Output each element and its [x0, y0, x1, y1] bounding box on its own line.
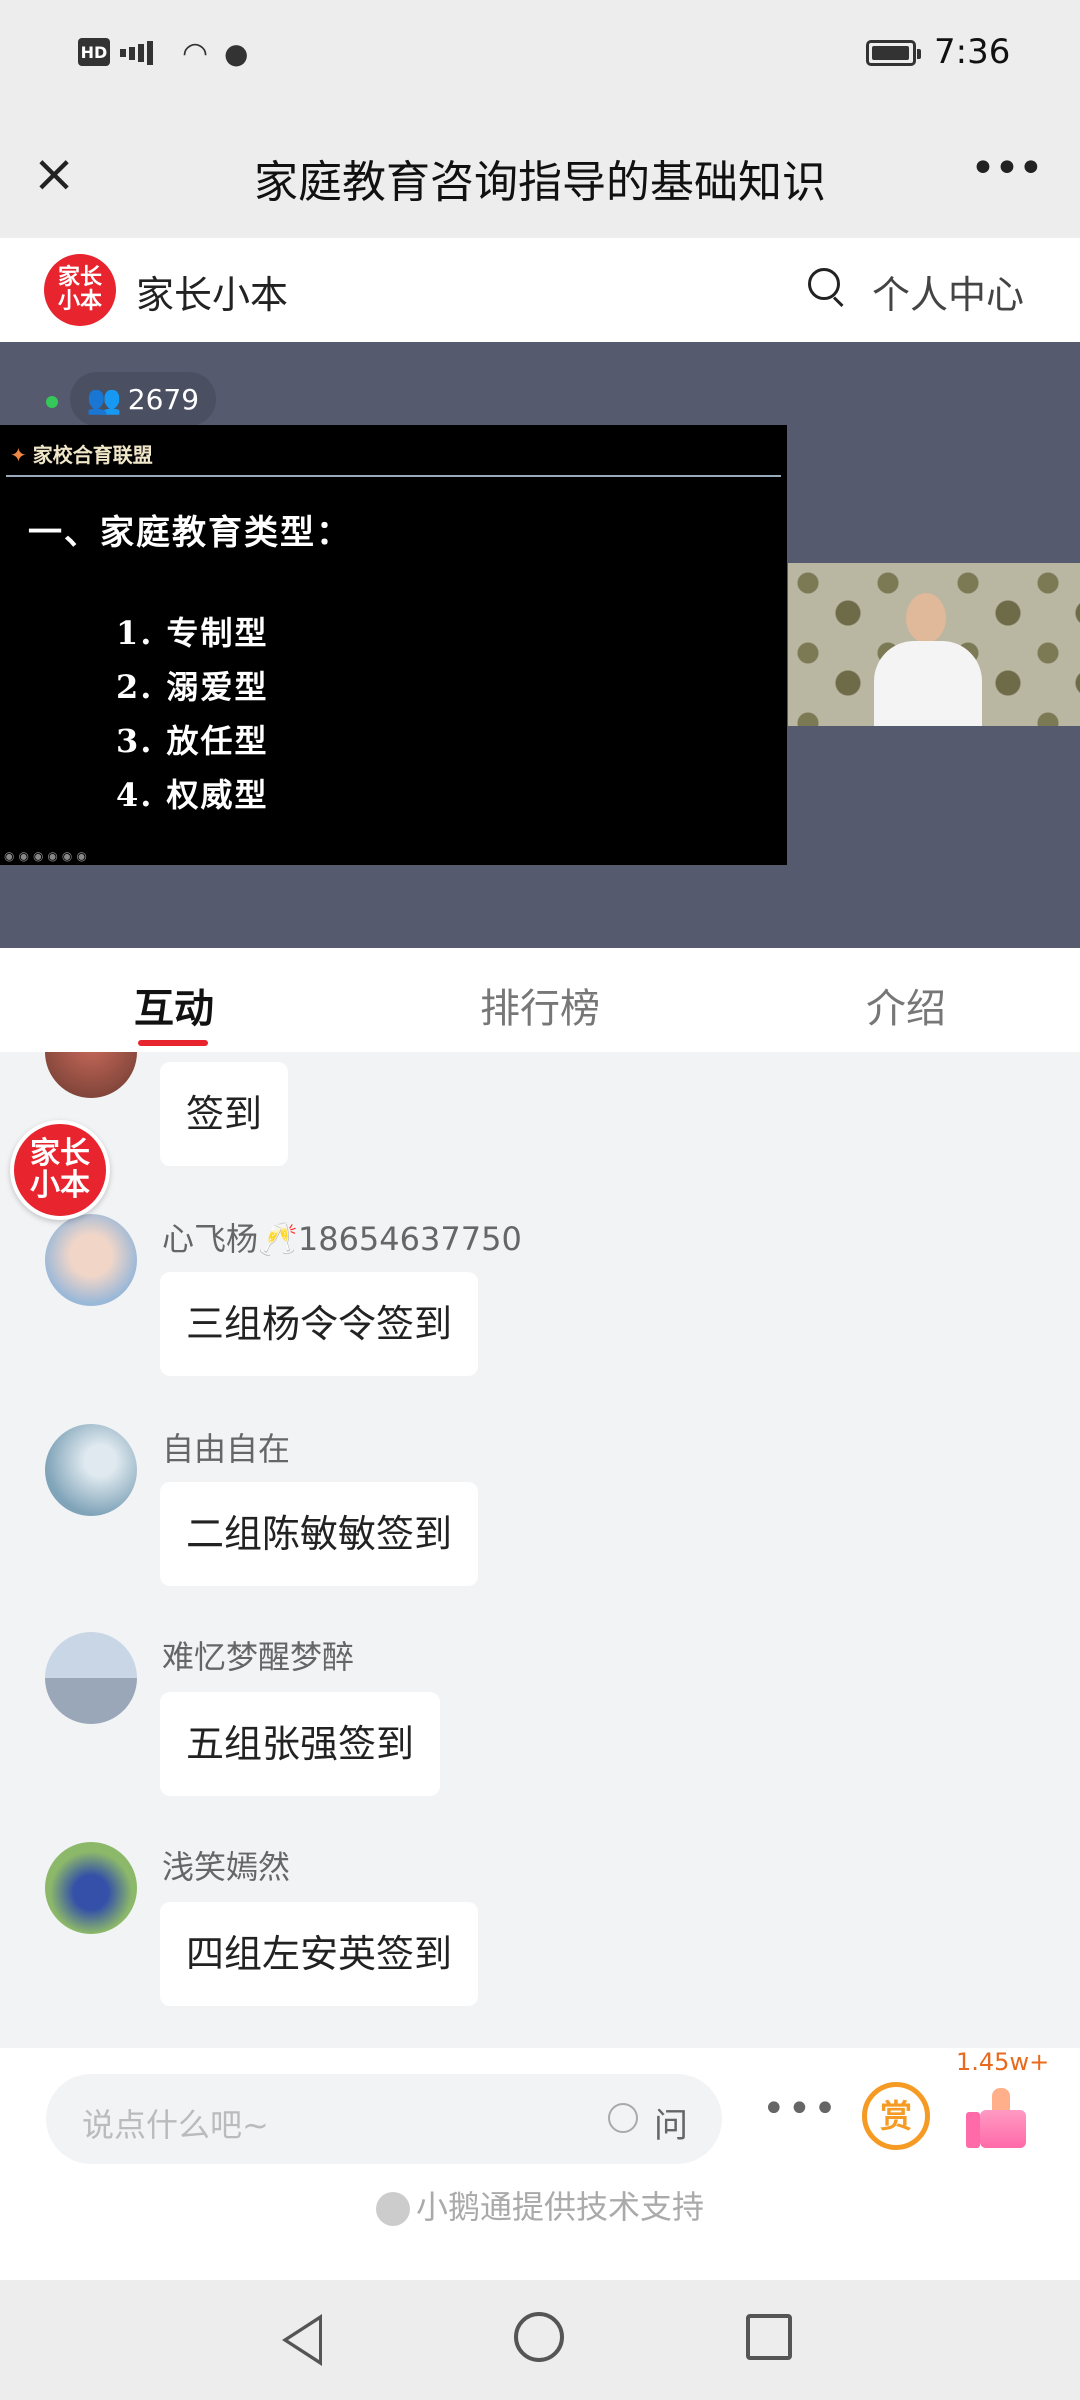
like-count: 1.45w+	[956, 2048, 1050, 2076]
slide-heading: 一、家庭教育类型：	[28, 513, 352, 553]
avatar[interactable]	[45, 1052, 137, 1098]
recent-apps-icon[interactable]	[746, 2314, 792, 2360]
viewer-count-badge: 👥 2679	[70, 372, 216, 426]
slide-divider	[6, 475, 781, 477]
input-placeholder: 说点什么吧~	[82, 2106, 269, 2144]
bottom-bar: 说点什么吧~ 问 ••• 赏 1.45w+ 小鹅通提供技术支持	[0, 2048, 1080, 2280]
more-options-icon[interactable]: •••	[970, 147, 1044, 194]
tab-interaction[interactable]: 互动	[84, 976, 264, 1034]
wechat-icon: ●	[224, 36, 249, 70]
page-title: 家庭教育咨询指导的基础知识	[254, 157, 826, 208]
wifi-icon: ◠	[182, 35, 209, 71]
hd-icon: HD	[78, 38, 110, 66]
tab-bar: 互动 排行榜 介绍	[0, 948, 1080, 1052]
tab-ranking[interactable]: 排行榜	[450, 976, 630, 1034]
back-icon-inner	[288, 2320, 319, 2360]
signal-icon	[120, 38, 176, 68]
presentation-slide: ✦ 家校合育联盟 一、家庭教育类型： 1. 专制型 2. 溺爱型 3. 放任型 4…	[0, 425, 787, 865]
clock: 7:36	[934, 32, 1011, 72]
tab-intro[interactable]: 介绍	[816, 976, 996, 1034]
chat-list[interactable]: 签到 心飞杨🥂18654637750 三组杨令令签到 自由自在 二组陈敏敏签到 …	[0, 1052, 1080, 2048]
home-icon[interactable]	[514, 2312, 564, 2362]
bird-logo-icon: ✦	[10, 443, 27, 467]
search-icon[interactable]	[808, 268, 846, 308]
title-bar: × 家庭教育咨询指导的基础知识 •••	[0, 110, 1080, 238]
user-center-link[interactable]: 个人中心	[872, 264, 1024, 319]
chat-bubble[interactable]: 二组陈敏敏签到	[160, 1482, 479, 1586]
ask-question-label[interactable]: 问	[654, 2098, 688, 2147]
chat-bubble[interactable]: 五组张强签到	[160, 1692, 441, 1796]
powered-by-footer: 小鹅通提供技术支持	[0, 2182, 1080, 2228]
live-indicator	[46, 396, 58, 408]
close-icon[interactable]: ×	[30, 148, 78, 200]
chat-bubble[interactable]: 四组左安英签到	[160, 1902, 479, 2006]
brand-logo[interactable]: 家长 小本	[44, 254, 116, 326]
chat-username: 自由自在	[162, 1430, 291, 1468]
presenter-camera[interactable]	[788, 563, 1080, 726]
slide-item: 4. 权威型	[116, 776, 269, 814]
slide-item: 1. 专制型	[116, 614, 269, 652]
xiaoetong-logo-icon	[375, 2192, 410, 2226]
viewer-count: 2679	[127, 382, 200, 416]
battery-icon	[866, 40, 921, 66]
chat-username: 浅笑嫣然	[162, 1848, 291, 1886]
floating-brand-button[interactable]: 家长 小本	[10, 1120, 110, 1220]
slide-controls[interactable]: ◉◉◉◉◉◉	[4, 849, 91, 863]
chat-bubble[interactable]: 签到	[160, 1062, 289, 1166]
people-icon: 👥	[86, 382, 122, 416]
avatar[interactable]	[45, 1424, 137, 1516]
slide-item: 3. 放任型	[116, 722, 269, 760]
comment-input[interactable]: 说点什么吧~ 问	[46, 2074, 722, 2164]
chat-username: 难忆梦醒梦醉	[162, 1638, 355, 1676]
status-bar: HD ◠ ● 7:36	[0, 0, 1080, 110]
active-tab-indicator	[138, 1040, 208, 1046]
presenter	[868, 593, 988, 726]
avatar[interactable]	[45, 1842, 137, 1934]
avatar[interactable]	[45, 1632, 137, 1724]
ask-question-radio[interactable]	[608, 2103, 638, 2133]
brand-name[interactable]: 家长小本	[136, 264, 288, 319]
slide-item: 2. 溺爱型	[116, 668, 269, 706]
chat-bubble[interactable]: 三组杨令令签到	[160, 1272, 479, 1376]
avatar[interactable]	[45, 1214, 137, 1306]
more-icon[interactable]: •••	[762, 2086, 839, 2132]
brand-bar: 家长 小本 家长小本 个人中心	[0, 238, 1080, 342]
system-nav-bar	[0, 2280, 1080, 2400]
reward-button[interactable]: 赏	[862, 2082, 930, 2150]
slide-brand: ✦ 家校合育联盟	[10, 443, 153, 467]
chat-username: 心飞杨🥂18654637750	[162, 1220, 522, 1258]
thumbs-up-icon[interactable]	[966, 2088, 1030, 2148]
